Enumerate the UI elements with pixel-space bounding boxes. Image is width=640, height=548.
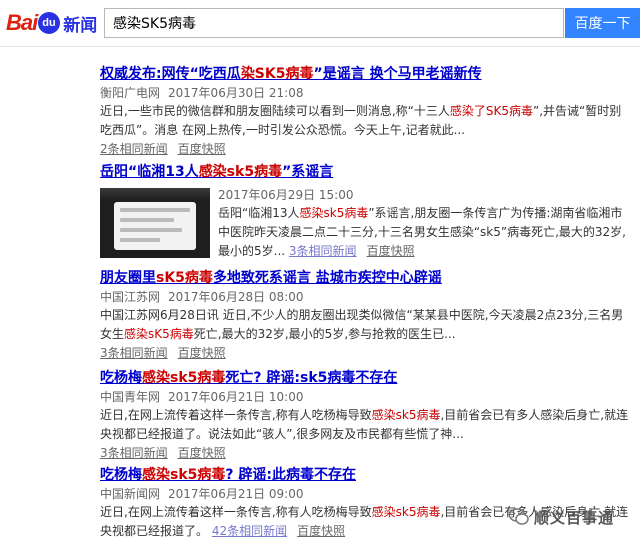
logo-news-text: 新闻 [63,15,98,36]
result-item: 岳阳“临湘13人感染sk5病毒”系谣言 2017年06月29日 15:00 岳阳… [100,162,632,258]
logo-du-text: du [42,17,56,29]
search-input[interactable] [105,9,563,37]
result-source: 衡阳广电网 [100,86,161,100]
result-meta: 2017年06月29日 15:00 [218,186,632,204]
wechat-icon [508,508,529,525]
top-bar: Bai du 新闻 百度一下 [0,0,640,47]
result-links: 3条相同新闻 百度快照 [100,444,632,462]
keyword-highlight: 感染sK5病毒 [124,327,194,341]
keyword-highlight: 感染sk5病毒 [198,164,283,180]
same-news-link[interactable]: 3条相同新闻 [100,446,168,460]
keyword-highlight: 感染sk5病毒 [371,408,441,422]
result-links: 3条相同新闻 百度快照 [289,244,425,258]
result-body: 2017年06月29日 15:00 岳阳“临湘13人感染sk5病毒”系谣言,朋友… [218,186,632,261]
text-segment: 多地致死系谣言 盐城市疾控中心辟谣 [212,270,442,286]
keyword-highlight: 染SK5病毒 [240,66,314,82]
result-title[interactable]: 吃杨梅感染sk5病毒死亡? 辟谣:sk5病毒不存在 [100,368,632,388]
keyword-highlight: 感染sk5病毒 [299,206,369,220]
cache-link[interactable]: 百度快照 [367,244,415,258]
text-segment: 岳阳“临湘13人 [218,206,300,220]
paw-icon: du [38,12,61,34]
result-links: 2条相同新闻 百度快照 [100,140,632,158]
cache-link[interactable]: 百度快照 [297,524,345,538]
text-segment: 朋友圈里 [100,270,156,286]
result-links: 42条相同新闻 百度快照 [212,524,355,538]
result-date: 2017年06月21日 10:00 [168,390,304,404]
text-segment: 岳阳“临湘13人 [100,164,199,180]
result-abstract: 岳阳“临湘13人感染sk5病毒”系谣言,朋友圈一条传言广为传播:湖南省临湘市中医… [218,204,632,261]
result-title[interactable]: 吃杨梅感染sk5病毒? 辟谣:此病毒不存在 [100,465,632,485]
phone-screenshot-image [114,202,196,250]
result-abstract: 中国江苏网6月28日讯 近日,不少人的朋友圈出现类似微信“某某县中医院,今天凌晨… [100,306,632,344]
keyword-highlight: 感染sk5病毒 [371,505,441,519]
text-segment: ”系谣言 [282,164,334,180]
same-news-link[interactable]: 42条相同新闻 [212,524,287,538]
result-title[interactable]: 权威发布:网传“吃西瓜染SK5病毒”是谣言 换个马甲老谣新传 [100,64,632,84]
text-segment: 近日,在网上流传着这样一条传言,称有人吃杨梅导致 [100,408,372,422]
result-item: 朋友圈里sK5病毒多地致死系谣言 盐城市疾控中心辟谣 中国江苏网 2017年06月… [100,268,632,362]
result-item: 吃杨梅感染sk5病毒? 辟谣:此病毒不存在 中国新闻网 2017年06月21日 0… [100,465,632,541]
text-segment: 近日,一些市民的微信群和朋友圈陆续可以看到一则消息,称“十三人 [100,104,450,118]
result-meta: 衡阳广电网 2017年06月30日 21:08 [100,84,632,102]
cache-link[interactable]: 百度快照 [178,346,226,360]
search-button[interactable]: 百度一下 [565,8,640,38]
text-segment: 吃杨梅 [100,370,142,386]
same-news-link[interactable]: 3条相同新闻 [289,244,357,258]
result-title[interactable]: 朋友圈里sK5病毒多地致死系谣言 盐城市疾控中心辟谣 [100,268,632,288]
result-abstract: 近日,一些市民的微信群和朋友圈陆续可以看到一则消息,称“十三人感染了SK5病毒”… [100,102,632,140]
text-segment: ”是谣言 换个马甲老谣新传 [313,66,482,82]
text-segment: 死亡,最大的32岁,最小的5岁,参与抢救的医生已... [193,327,456,341]
cache-link[interactable]: 百度快照 [178,142,226,156]
text-segment: 吃杨梅 [100,467,142,483]
result-date: 2017年06月21日 09:00 [168,487,304,501]
result-meta: 中国青年网 2017年06月21日 10:00 [100,388,632,406]
result-source: 中国江苏网 [100,290,161,304]
thumbnail-shade [100,188,210,200]
same-news-link[interactable]: 2条相同新闻 [100,142,168,156]
result-source: 中国新闻网 [100,487,161,501]
wechat-watermark: 顺义百事通 [508,506,614,528]
text-segment: 近日,在网上流传着这样一条传言,称有人吃杨梅导致 [100,505,372,519]
same-news-link[interactable]: 3条相同新闻 [100,346,168,360]
result-item: 吃杨梅感染sk5病毒死亡? 辟谣:sk5病毒不存在 中国青年网 2017年06月2… [100,368,632,462]
text-segment: 权威发布:网传“吃西瓜 [100,66,241,82]
watermark-text: 顺义百事通 [534,508,615,527]
logo-bai-text: Bai [6,10,38,35]
result-meta: 中国江苏网 2017年06月28日 08:00 [100,288,632,306]
keyword-highlight: sK5病毒 [156,270,213,286]
result-meta: 中国新闻网 2017年06月21日 09:00 [100,485,632,503]
result-title[interactable]: 岳阳“临湘13人感染sk5病毒”系谣言 [100,162,632,182]
result-date: 2017年06月29日 15:00 [218,188,354,202]
result-abstract: 近日,在网上流传着这样一条传言,称有人吃杨梅导致感染sk5病毒,目前省会已有多人… [100,406,632,444]
result-source: 中国青年网 [100,390,161,404]
result-date: 2017年06月30日 21:08 [168,86,304,100]
baidu-news-logo[interactable]: Bai du 新闻 [6,9,97,37]
keyword-highlight: 感染sk5病毒 [142,467,226,483]
result-item: 权威发布:网传“吃西瓜染SK5病毒”是谣言 换个马甲老谣新传 衡阳广电网 2017… [100,64,632,158]
cache-link[interactable]: 百度快照 [178,446,226,460]
result-thumbnail[interactable] [100,188,210,258]
result-links: 3条相同新闻 百度快照 [100,344,632,362]
text-segment: 死亡? 辟谣:sk5病毒不存在 [225,370,398,386]
keyword-highlight: 感染sk5病毒 [142,370,226,386]
result-date: 2017年06月28日 08:00 [168,290,304,304]
keyword-highlight: 感染了SK5病毒 [449,104,533,118]
text-segment: ? 辟谣:此病毒不存在 [225,467,356,483]
search-box[interactable] [104,8,564,38]
